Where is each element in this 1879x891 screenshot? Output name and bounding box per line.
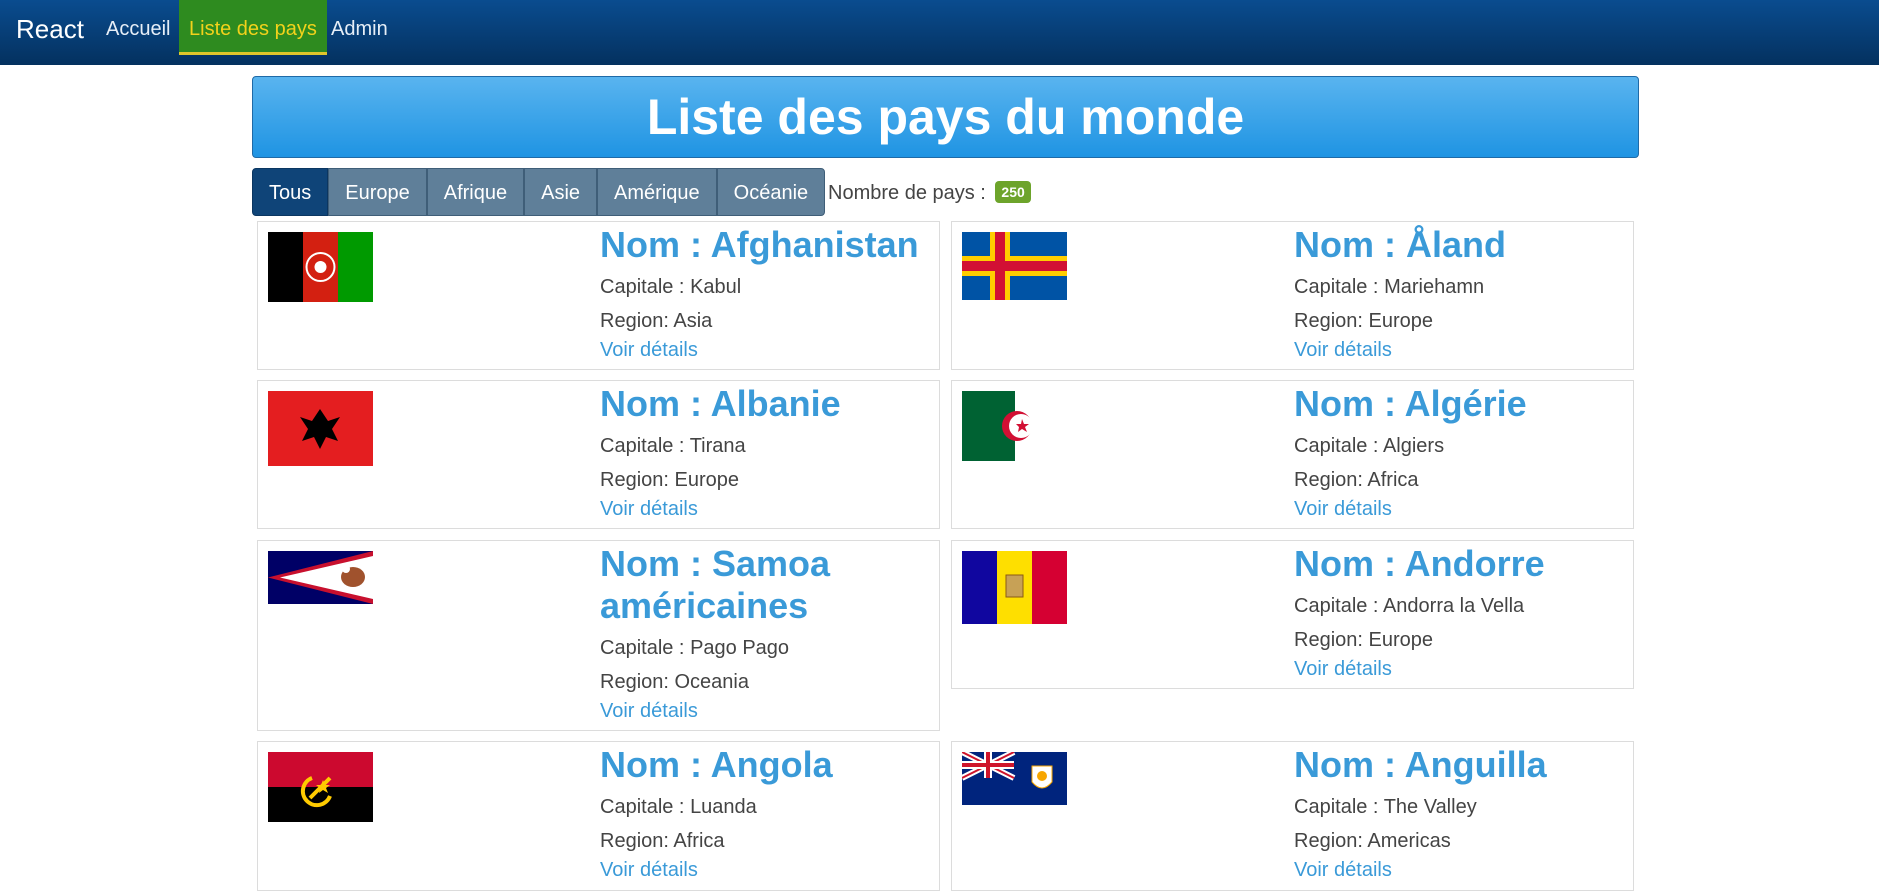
filter-button-asie[interactable]: Asie (524, 168, 598, 216)
details-link[interactable]: Voir détails (600, 859, 833, 882)
angola-flag-icon (268, 752, 373, 827)
country-name: Nom : Andorre (1294, 543, 1545, 584)
details-link[interactable]: Voir détails (600, 498, 841, 521)
afghanistan-flag-icon (268, 232, 373, 307)
country-region: Region: Europe (600, 469, 739, 491)
region-filter-group: Tous Europe Afrique Asie Amérique Océani… (252, 168, 826, 216)
country-name: Nom : Afghanistan (600, 224, 919, 265)
country-name: Nom : Albanie (600, 383, 841, 424)
details-link[interactable]: Voir détails (600, 700, 920, 723)
country-info: Nom : Anguilla Capitale : The Valley Reg… (1294, 742, 1547, 882)
country-info: Nom : Samoa américaines Capitale : Pago … (600, 541, 920, 723)
brand-logo[interactable]: React (16, 14, 84, 45)
filter-button-europe[interactable]: Europe (328, 168, 427, 216)
country-region: Region: Europe (1294, 629, 1433, 651)
country-info: Nom : Andorre Capitale : Andorra la Vell… (1294, 541, 1545, 681)
country-region: Region: Europe (1294, 310, 1433, 332)
country-capital: Capitale : Algiers (1294, 435, 1445, 457)
filter-button-tous[interactable]: Tous (252, 168, 329, 216)
american-samoa-flag-icon (268, 551, 373, 609)
country-region: Region: Asia (600, 310, 713, 332)
nav-link-accueil[interactable]: Accueil (96, 0, 180, 55)
country-capital: Capitale : Kabul (600, 276, 742, 298)
country-name: Nom : Angola (600, 744, 833, 785)
anguilla-flag-icon (962, 752, 1067, 810)
country-capital: Capitale : The Valley (1294, 796, 1477, 818)
country-card: Nom : Andorre Capitale : Andorra la Vell… (951, 540, 1634, 689)
country-name: Nom : Algérie (1294, 383, 1527, 424)
details-link[interactable]: Voir détails (1294, 658, 1545, 681)
country-card: Nom : Algérie Capitale : Algiers Region:… (951, 380, 1634, 529)
country-capital: Capitale : Mariehamn (1294, 276, 1485, 298)
country-name: Nom : Åland (1294, 224, 1507, 265)
country-info: Nom : Åland Capitale : Mariehamn Region:… (1294, 222, 1506, 362)
country-region: Region: Africa (600, 830, 725, 852)
country-info: Nom : Algérie Capitale : Algiers Region:… (1294, 381, 1527, 521)
country-count-badge: 250 (995, 181, 1031, 203)
country-region: Region: Africa (1294, 469, 1419, 491)
details-link[interactable]: Voir détails (1294, 339, 1506, 362)
andorra-flag-icon (962, 551, 1067, 629)
algeria-flag-icon (962, 391, 1067, 466)
country-info: Nom : Albanie Capitale : Tirana Region: … (600, 381, 841, 521)
nav-link-liste-des-pays[interactable]: Liste des pays (179, 0, 327, 55)
country-name: Nom : Anguilla (1294, 744, 1547, 785)
details-link[interactable]: Voir détails (600, 339, 919, 362)
filter-button-afrique[interactable]: Afrique (426, 168, 525, 216)
albania-flag-icon (268, 391, 373, 471)
country-name: Nom : Samoa américaines (600, 543, 831, 626)
details-link[interactable]: Voir détails (1294, 498, 1527, 521)
nav-link-admin[interactable]: Admin (321, 0, 398, 55)
country-info: Nom : Angola Capitale : Luanda Region: A… (600, 742, 833, 882)
country-region: Region: Americas (1294, 830, 1451, 852)
country-capital: Capitale : Andorra la Vella (1294, 595, 1525, 617)
details-link[interactable]: Voir détails (1294, 859, 1547, 882)
country-count-label: Nombre de pays : (828, 182, 986, 204)
country-count: Nombre de pays : 250 (828, 181, 1031, 205)
country-card: Nom : Samoa américaines Capitale : Pago … (257, 540, 940, 731)
country-card: Nom : Afghanistan Capitale : Kabul Regio… (257, 221, 940, 370)
page-title-banner: Liste des pays du monde (252, 76, 1639, 158)
country-card: Nom : Åland Capitale : Mariehamn Region:… (951, 221, 1634, 370)
filter-button-amerique[interactable]: Amérique (597, 168, 717, 216)
country-card: Nom : Angola Capitale : Luanda Region: A… (257, 741, 940, 891)
country-capital: Capitale : Luanda (600, 796, 757, 818)
country-card: Nom : Albanie Capitale : Tirana Region: … (257, 380, 940, 529)
aland-flag-icon (962, 232, 1067, 305)
country-info: Nom : Afghanistan Capitale : Kabul Regio… (600, 222, 919, 362)
top-navbar: React Accueil Liste des pays Admin (0, 0, 1879, 65)
country-card: Nom : Anguilla Capitale : The Valley Reg… (951, 741, 1634, 891)
filter-button-oceanie[interactable]: Océanie (716, 168, 826, 216)
country-capital: Capitale : Tirana (600, 435, 746, 457)
country-region: Region: Oceania (600, 671, 749, 693)
country-capital: Capitale : Pago Pago (600, 637, 790, 659)
